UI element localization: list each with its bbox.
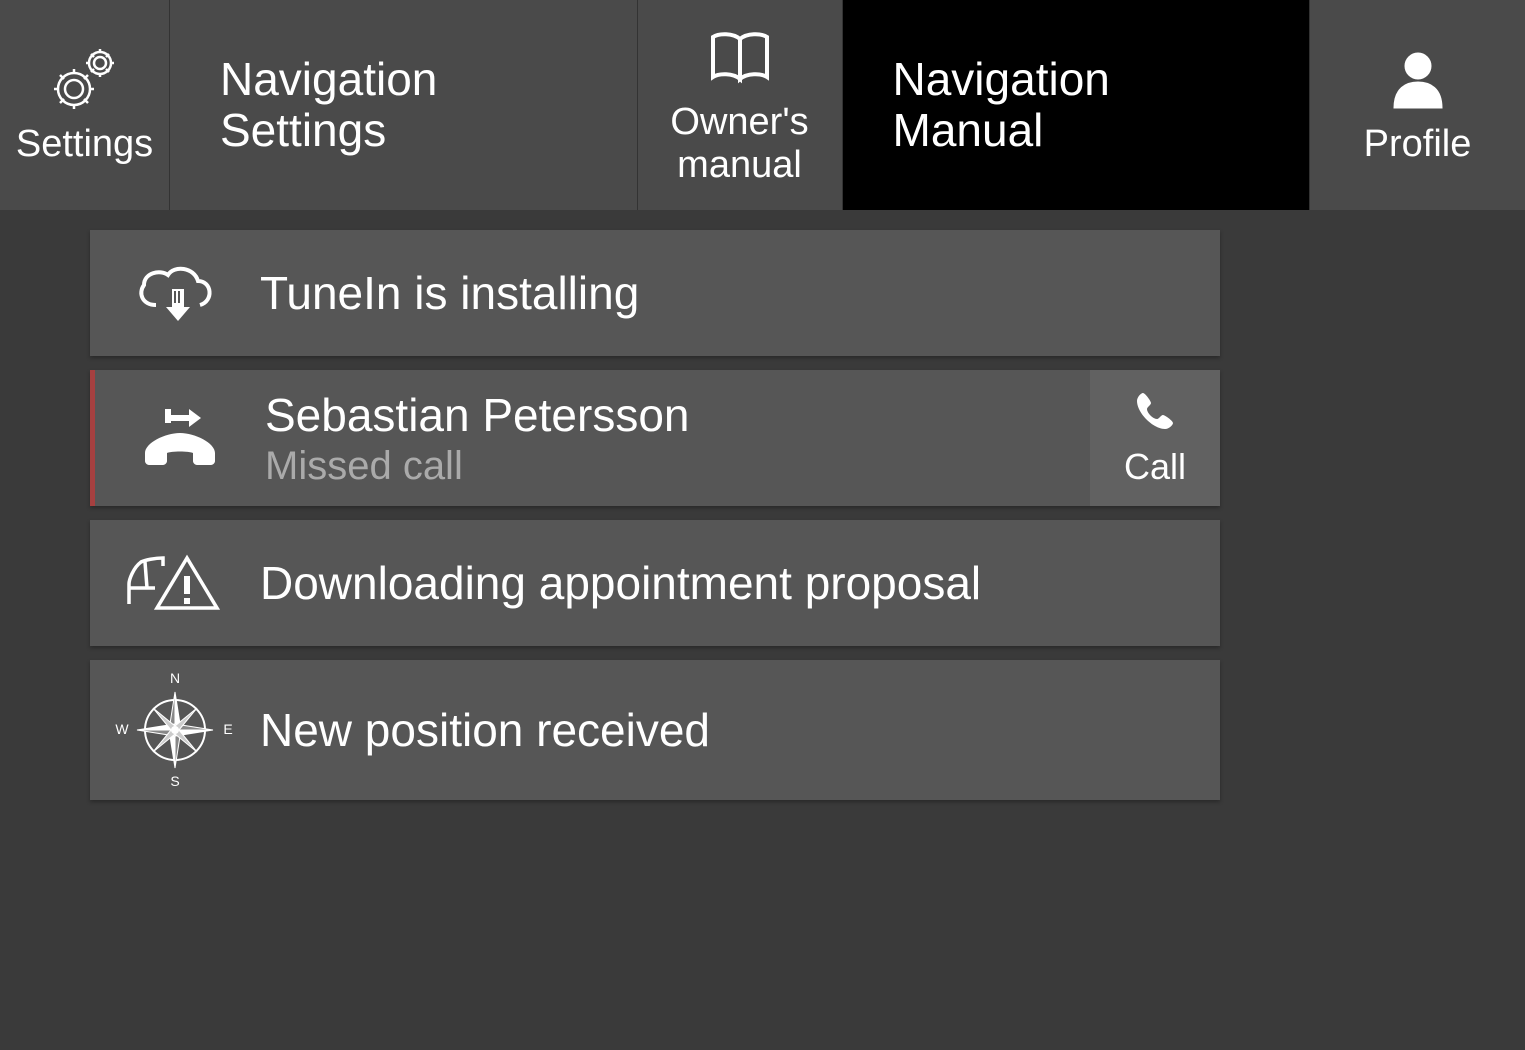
notification-title: TuneIn is installing bbox=[260, 266, 1220, 320]
notification-list: TuneIn is installing Sebastian Petersson… bbox=[0, 210, 1525, 800]
tab-navigation-manual[interactable]: Navigation Manual bbox=[843, 0, 1311, 210]
call-status: Missed call bbox=[265, 444, 1090, 489]
top-navigation-bar: Settings Navigation Settings Owner's man… bbox=[0, 0, 1525, 210]
car-warning-icon bbox=[90, 548, 260, 618]
notification-title: Downloading appointment proposal bbox=[260, 556, 1220, 610]
phone-icon bbox=[1133, 389, 1177, 442]
compass-icon: N S W E bbox=[90, 670, 260, 790]
notification-row-missed-call[interactable]: Sebastian Petersson Missed call Call bbox=[90, 370, 1220, 506]
tab-settings-label: Settings bbox=[16, 123, 153, 166]
gears-icon bbox=[48, 45, 122, 115]
compass-w: W bbox=[115, 721, 129, 737]
book-icon bbox=[705, 23, 775, 93]
compass-n: N bbox=[170, 670, 180, 686]
notification-row-appointment[interactable]: Downloading appointment proposal bbox=[90, 520, 1220, 646]
tab-owners-manual-label: Owner's manual bbox=[670, 101, 808, 187]
call-button[interactable]: Call bbox=[1090, 370, 1220, 506]
missed-call-icon bbox=[95, 403, 265, 473]
cloud-download-icon bbox=[90, 261, 260, 325]
tab-owners-manual[interactable]: Owner's manual bbox=[638, 0, 843, 210]
tab-navigation-manual-label: Navigation Manual bbox=[893, 54, 1110, 155]
compass-s: S bbox=[170, 773, 179, 789]
notification-title: New position received bbox=[260, 703, 1220, 757]
notification-row-installing[interactable]: TuneIn is installing bbox=[90, 230, 1220, 356]
tab-navigation-settings-label: Navigation Settings bbox=[220, 54, 437, 155]
person-icon bbox=[1386, 45, 1450, 115]
compass-e: E bbox=[223, 721, 232, 737]
caller-name: Sebastian Petersson bbox=[265, 388, 1090, 442]
tab-navigation-settings[interactable]: Navigation Settings bbox=[170, 0, 638, 210]
tab-settings[interactable]: Settings bbox=[0, 0, 170, 210]
tab-profile-label: Profile bbox=[1364, 123, 1472, 166]
tab-profile[interactable]: Profile bbox=[1310, 0, 1525, 210]
call-button-label: Call bbox=[1124, 446, 1186, 488]
notification-row-position[interactable]: N S W E New position received bbox=[90, 660, 1220, 800]
